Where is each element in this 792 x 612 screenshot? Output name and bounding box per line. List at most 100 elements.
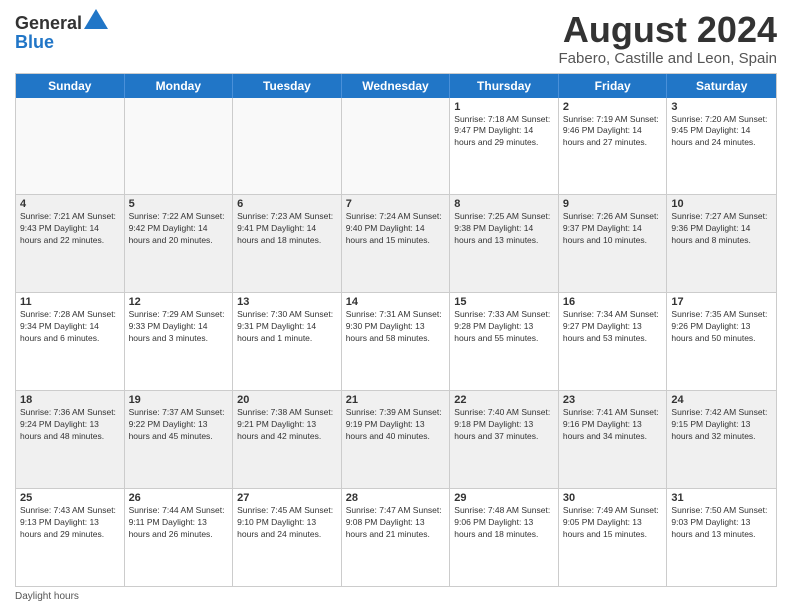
table-row: 26Sunrise: 7:44 AM Sunset: 9:11 PM Dayli… (125, 489, 234, 586)
subtitle: Fabero, Castille and Leon, Spain (559, 50, 777, 67)
day-number: 17 (671, 296, 772, 308)
day-number: 30 (563, 492, 663, 504)
day-info: Sunrise: 7:40 AM Sunset: 9:18 PM Dayligh… (454, 407, 554, 443)
table-row: 23Sunrise: 7:41 AM Sunset: 9:16 PM Dayli… (559, 391, 668, 488)
header-thursday: Thursday (450, 74, 559, 98)
day-info: Sunrise: 7:28 AM Sunset: 9:34 PM Dayligh… (20, 309, 120, 345)
day-info: Sunrise: 7:19 AM Sunset: 9:46 PM Dayligh… (563, 114, 663, 150)
table-row: 7Sunrise: 7:24 AM Sunset: 9:40 PM Daylig… (342, 195, 451, 292)
table-row: 13Sunrise: 7:30 AM Sunset: 9:31 PM Dayli… (233, 293, 342, 390)
table-row: 9Sunrise: 7:26 AM Sunset: 9:37 PM Daylig… (559, 195, 668, 292)
table-row: 15Sunrise: 7:33 AM Sunset: 9:28 PM Dayli… (450, 293, 559, 390)
day-number: 28 (346, 492, 446, 504)
table-row: 29Sunrise: 7:48 AM Sunset: 9:06 PM Dayli… (450, 489, 559, 586)
calendar: Sunday Monday Tuesday Wednesday Thursday… (15, 73, 777, 587)
table-row: 18Sunrise: 7:36 AM Sunset: 9:24 PM Dayli… (16, 391, 125, 488)
table-row: 6Sunrise: 7:23 AM Sunset: 9:41 PM Daylig… (233, 195, 342, 292)
table-row: 10Sunrise: 7:27 AM Sunset: 9:36 PM Dayli… (667, 195, 776, 292)
page: General Blue August 2024 Fabero, Castill… (0, 0, 792, 612)
day-info: Sunrise: 7:36 AM Sunset: 9:24 PM Dayligh… (20, 407, 120, 443)
table-row: 31Sunrise: 7:50 AM Sunset: 9:03 PM Dayli… (667, 489, 776, 586)
day-info: Sunrise: 7:44 AM Sunset: 9:11 PM Dayligh… (129, 505, 229, 541)
table-row: 5Sunrise: 7:22 AM Sunset: 9:42 PM Daylig… (125, 195, 234, 292)
table-row: 2Sunrise: 7:19 AM Sunset: 9:46 PM Daylig… (559, 98, 668, 195)
table-row: 1Sunrise: 7:18 AM Sunset: 9:47 PM Daylig… (450, 98, 559, 195)
day-number: 5 (129, 198, 229, 210)
cal-week-5: 25Sunrise: 7:43 AM Sunset: 9:13 PM Dayli… (16, 489, 776, 586)
table-row: 28Sunrise: 7:47 AM Sunset: 9:08 PM Dayli… (342, 489, 451, 586)
day-number: 21 (346, 394, 446, 406)
day-number: 16 (563, 296, 663, 308)
day-info: Sunrise: 7:45 AM Sunset: 9:10 PM Dayligh… (237, 505, 337, 541)
calendar-body: 1Sunrise: 7:18 AM Sunset: 9:47 PM Daylig… (16, 98, 776, 586)
title-section: August 2024 Fabero, Castille and Leon, S… (559, 10, 777, 67)
day-number: 31 (671, 492, 772, 504)
logo: General Blue (15, 14, 108, 51)
table-row: 20Sunrise: 7:38 AM Sunset: 9:21 PM Dayli… (233, 391, 342, 488)
day-info: Sunrise: 7:34 AM Sunset: 9:27 PM Dayligh… (563, 309, 663, 345)
table-row: 4Sunrise: 7:21 AM Sunset: 9:43 PM Daylig… (16, 195, 125, 292)
day-number: 1 (454, 101, 554, 113)
table-row: 27Sunrise: 7:45 AM Sunset: 9:10 PM Dayli… (233, 489, 342, 586)
day-number: 18 (20, 394, 120, 406)
day-info: Sunrise: 7:21 AM Sunset: 9:43 PM Dayligh… (20, 211, 120, 247)
day-info: Sunrise: 7:39 AM Sunset: 9:19 PM Dayligh… (346, 407, 446, 443)
table-row: 3Sunrise: 7:20 AM Sunset: 9:45 PM Daylig… (667, 98, 776, 195)
day-info: Sunrise: 7:35 AM Sunset: 9:26 PM Dayligh… (671, 309, 772, 345)
table-row: 24Sunrise: 7:42 AM Sunset: 9:15 PM Dayli… (667, 391, 776, 488)
day-number: 14 (346, 296, 446, 308)
logo-text: General Blue (15, 14, 108, 51)
day-number: 24 (671, 394, 772, 406)
day-info: Sunrise: 7:24 AM Sunset: 9:40 PM Dayligh… (346, 211, 446, 247)
day-number: 19 (129, 394, 229, 406)
header-monday: Monday (125, 74, 234, 98)
table-row: 12Sunrise: 7:29 AM Sunset: 9:33 PM Dayli… (125, 293, 234, 390)
day-info: Sunrise: 7:29 AM Sunset: 9:33 PM Dayligh… (129, 309, 229, 345)
day-info: Sunrise: 7:22 AM Sunset: 9:42 PM Dayligh… (129, 211, 229, 247)
day-info: Sunrise: 7:27 AM Sunset: 9:36 PM Dayligh… (671, 211, 772, 247)
day-info: Sunrise: 7:18 AM Sunset: 9:47 PM Dayligh… (454, 114, 554, 150)
header-sunday: Sunday (16, 74, 125, 98)
day-number: 15 (454, 296, 554, 308)
table-row (16, 98, 125, 195)
day-info: Sunrise: 7:48 AM Sunset: 9:06 PM Dayligh… (454, 505, 554, 541)
day-info: Sunrise: 7:25 AM Sunset: 9:38 PM Dayligh… (454, 211, 554, 247)
logo-triangle-icon (84, 9, 108, 29)
day-number: 13 (237, 296, 337, 308)
logo-blue-text: Blue (15, 33, 108, 51)
day-number: 2 (563, 101, 663, 113)
table-row: 30Sunrise: 7:49 AM Sunset: 9:05 PM Dayli… (559, 489, 668, 586)
day-info: Sunrise: 7:43 AM Sunset: 9:13 PM Dayligh… (20, 505, 120, 541)
table-row: 22Sunrise: 7:40 AM Sunset: 9:18 PM Dayli… (450, 391, 559, 488)
day-number: 26 (129, 492, 229, 504)
table-row: 21Sunrise: 7:39 AM Sunset: 9:19 PM Dayli… (342, 391, 451, 488)
main-title: August 2024 (559, 10, 777, 50)
table-row: 25Sunrise: 7:43 AM Sunset: 9:13 PM Dayli… (16, 489, 125, 586)
table-row: 17Sunrise: 7:35 AM Sunset: 9:26 PM Dayli… (667, 293, 776, 390)
day-info: Sunrise: 7:31 AM Sunset: 9:30 PM Dayligh… (346, 309, 446, 345)
cal-week-1: 1Sunrise: 7:18 AM Sunset: 9:47 PM Daylig… (16, 98, 776, 196)
day-number: 4 (20, 198, 120, 210)
logo-general: General (15, 14, 108, 33)
day-info: Sunrise: 7:37 AM Sunset: 9:22 PM Dayligh… (129, 407, 229, 443)
table-row: 11Sunrise: 7:28 AM Sunset: 9:34 PM Dayli… (16, 293, 125, 390)
day-number: 22 (454, 394, 554, 406)
day-number: 3 (671, 101, 772, 113)
header-saturday: Saturday (667, 74, 776, 98)
day-number: 9 (563, 198, 663, 210)
table-row: 19Sunrise: 7:37 AM Sunset: 9:22 PM Dayli… (125, 391, 234, 488)
day-number: 8 (454, 198, 554, 210)
day-number: 20 (237, 394, 337, 406)
calendar-header: Sunday Monday Tuesday Wednesday Thursday… (16, 74, 776, 98)
day-number: 25 (20, 492, 120, 504)
table-row (125, 98, 234, 195)
day-number: 6 (237, 198, 337, 210)
header-friday: Friday (559, 74, 668, 98)
day-info: Sunrise: 7:33 AM Sunset: 9:28 PM Dayligh… (454, 309, 554, 345)
day-number: 7 (346, 198, 446, 210)
table-row (233, 98, 342, 195)
footer-note: Daylight hours (15, 591, 777, 602)
cal-week-2: 4Sunrise: 7:21 AM Sunset: 9:43 PM Daylig… (16, 195, 776, 293)
day-info: Sunrise: 7:20 AM Sunset: 9:45 PM Dayligh… (671, 114, 772, 150)
day-info: Sunrise: 7:30 AM Sunset: 9:31 PM Dayligh… (237, 309, 337, 345)
